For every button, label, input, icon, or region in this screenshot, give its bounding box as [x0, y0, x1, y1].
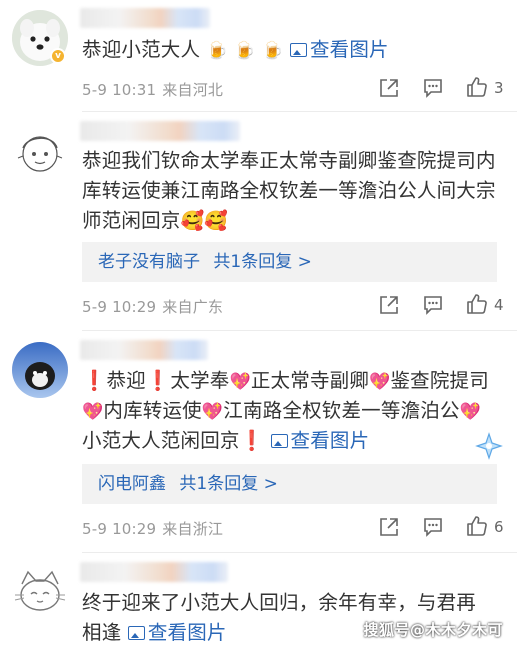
- comment-meta: 5-9 10:29 来自广东: [82, 296, 223, 317]
- view-picture-label: 查看图片: [309, 38, 389, 61]
- exclamation-icon: ❗: [82, 369, 107, 392]
- exclamation-icon: ❗: [239, 429, 265, 452]
- cat-avatar-icon: [12, 564, 68, 620]
- reply-count-link[interactable]: 共1条回复 >: [213, 252, 311, 272]
- comment-body: 恭迎小范大人: [82, 38, 201, 61]
- emoji-icon: 🍺: [234, 41, 256, 61]
- heart-icon: 💖: [201, 402, 224, 422]
- view-picture-link[interactable]: 查看图片: [127, 621, 227, 644]
- emoji-icon: 🍺: [206, 41, 228, 61]
- verified-badge-icon: v: [50, 48, 66, 64]
- text-segment: 江南路全权钦差一等澹泊公: [223, 399, 460, 422]
- like-count: 4: [494, 296, 504, 314]
- username[interactable]: [80, 8, 210, 28]
- heart-icon: 💖: [459, 402, 482, 422]
- comment-icon: [424, 518, 442, 537]
- text-segment: 恭迎: [106, 369, 146, 392]
- comment-source: 来自广东: [162, 298, 224, 316]
- comment-meta: 5-9 10:31 来自河北: [82, 79, 223, 100]
- avatar[interactable]: [12, 342, 68, 398]
- view-picture-link[interactable]: 查看图片: [270, 429, 370, 452]
- divider: [82, 330, 517, 331]
- comment-button[interactable]: [422, 77, 444, 99]
- comment-body: 恭迎我们钦命太学奉正太常寺副卿鉴查院提司内库转运使兼江南路全权钦差一等澹泊公人间…: [82, 149, 496, 232]
- sketch-avatar-icon: [12, 124, 68, 180]
- like-count: 3: [494, 79, 504, 97]
- reply-username[interactable]: 老子没有脑子: [98, 252, 200, 272]
- comment-source: 来自浙江: [162, 520, 224, 538]
- comment-date: 5-9 10:29: [82, 520, 157, 538]
- pet-avatar-icon: [12, 342, 68, 398]
- like-button[interactable]: [466, 76, 488, 98]
- comment-source: 来自河北: [162, 81, 224, 99]
- username[interactable]: [80, 121, 240, 141]
- like-count: 6: [494, 518, 504, 536]
- divider: [82, 111, 517, 112]
- share-icon: [380, 79, 398, 97]
- share-icon: [380, 518, 398, 536]
- emoji-icon: 🥰: [180, 210, 205, 232]
- share-icon: [380, 296, 398, 314]
- reply-count-link[interactable]: 共1条回复 >: [179, 474, 277, 494]
- username[interactable]: [80, 340, 208, 360]
- emoji-icon: 🥰: [204, 210, 229, 232]
- thumbs-up-icon: [467, 516, 487, 536]
- view-picture-link[interactable]: 查看图片: [289, 38, 389, 61]
- comment-date: 5-9 10:29: [82, 298, 157, 316]
- divider: [82, 552, 517, 553]
- comment-text: 恭迎我们钦命太学奉正太常寺副卿鉴查院提司内库转运使兼江南路全权钦差一等澹泊公人间…: [82, 146, 497, 236]
- like-button[interactable]: [466, 293, 488, 315]
- picture-icon: [270, 434, 288, 448]
- comment-button[interactable]: [422, 516, 444, 538]
- reply-preview[interactable]: 闪电阿鑫 共1条回复 >: [82, 464, 497, 504]
- comment-date: 5-9 10:31: [82, 81, 157, 99]
- comment-button[interactable]: [422, 294, 444, 316]
- text-segment: 鉴查院提司: [390, 369, 489, 392]
- picture-icon: [289, 43, 307, 57]
- thumbs-up-icon: [467, 294, 487, 314]
- comment-icon: [424, 296, 442, 315]
- watermark: 搜狐号@木木夕木可: [363, 621, 503, 639]
- username[interactable]: [80, 562, 228, 582]
- sparkle-icon: [475, 432, 503, 460]
- share-button[interactable]: [378, 294, 400, 316]
- text-segment: 太学奉: [170, 369, 230, 392]
- reply-preview[interactable]: 老子没有脑子 共1条回复 >: [82, 242, 497, 282]
- comment-text: 恭迎小范大人 🍺 🍺 🍺 查看图片: [82, 34, 497, 65]
- heart-icon: 💖: [229, 372, 251, 392]
- share-button[interactable]: [378, 77, 400, 99]
- comment-text: ❗恭迎❗太学奉💖正太常寺副卿💖鉴查院提司💖内库转运使💖江南路全权钦差一等澹泊公💖…: [82, 366, 497, 456]
- heart-icon: 💖: [369, 372, 391, 392]
- reply-username[interactable]: 闪电阿鑫: [98, 474, 166, 494]
- exclamation-icon: ❗: [145, 369, 171, 392]
- view-picture-label: 查看图片: [290, 429, 370, 452]
- picture-icon: [127, 626, 145, 640]
- like-button[interactable]: [466, 515, 488, 537]
- thumbs-up-icon: [467, 77, 487, 97]
- avatar[interactable]: [12, 124, 68, 180]
- text-segment: 内库转运使: [103, 399, 202, 422]
- comment-meta: 5-9 10:29 来自浙江: [82, 518, 223, 539]
- share-button[interactable]: [378, 516, 400, 538]
- avatar[interactable]: [12, 564, 68, 620]
- text-segment: 小范大人范闲回京: [82, 429, 240, 452]
- comment-icon: [424, 79, 442, 98]
- emoji-icon: 🍺: [262, 41, 284, 61]
- view-picture-label: 查看图片: [147, 621, 227, 644]
- text-segment: 正太常寺副卿: [250, 369, 370, 392]
- heart-icon: 💖: [82, 402, 104, 422]
